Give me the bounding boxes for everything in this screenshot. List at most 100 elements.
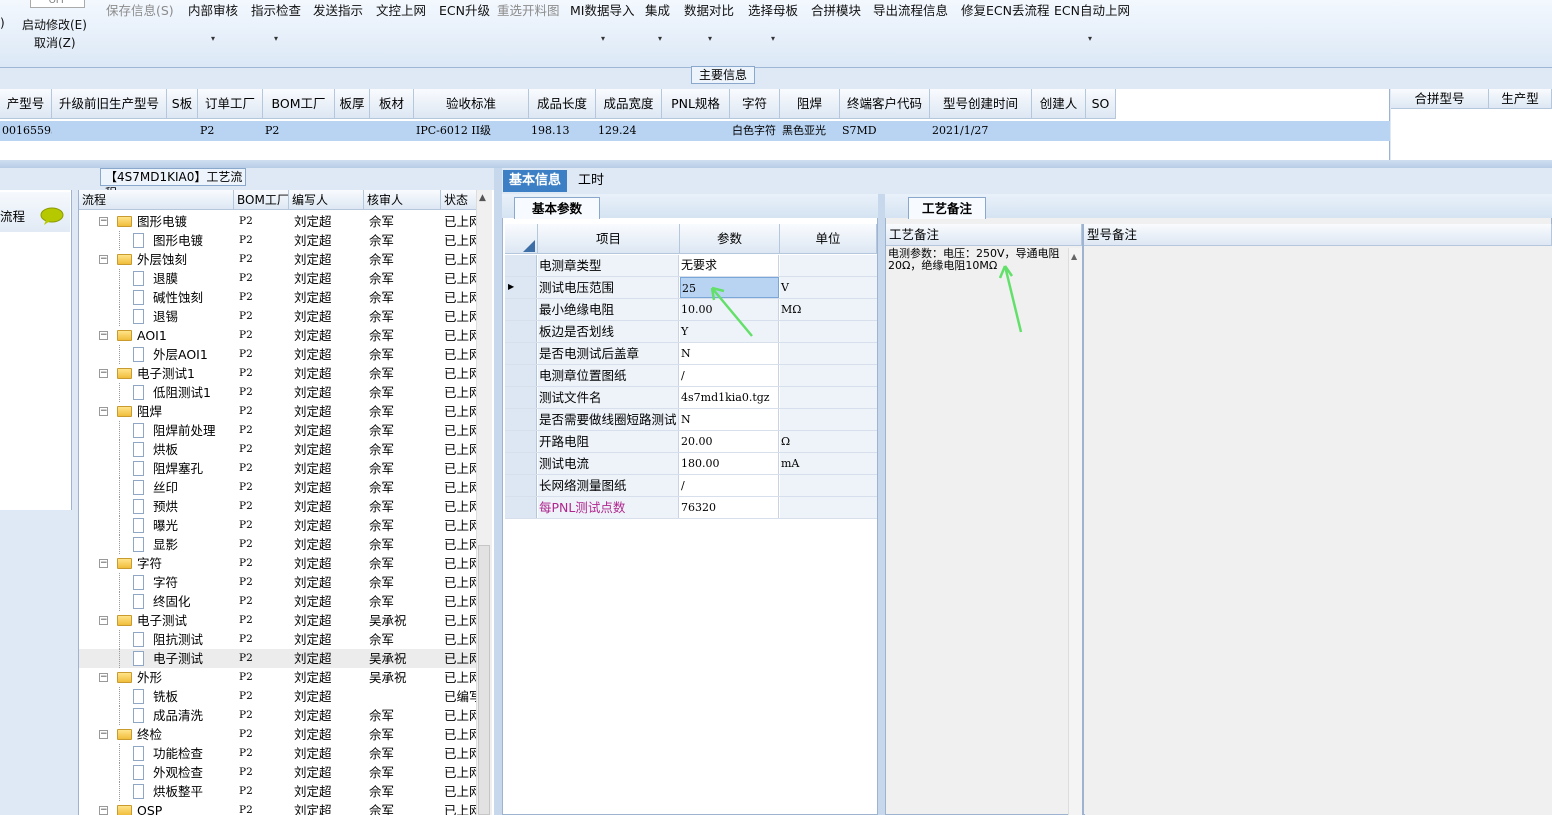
tree-cell-status[interactable]: 已上网: [444, 668, 477, 687]
tree-cell-writer[interactable]: 刘定超: [294, 288, 364, 307]
row-indicator[interactable]: [505, 431, 537, 452]
main-cell-9[interactable]: 129.24: [598, 121, 662, 141]
ribbon-button-10[interactable]: 选择母板: [748, 1, 798, 21]
tree-node-label[interactable]: 外形: [137, 668, 162, 687]
tree-col-header-3[interactable]: 核审人: [364, 190, 441, 210]
tree-row[interactable]: − 终检 P2 刘定超 佘军 已上网: [79, 725, 477, 744]
tree-row[interactable]: 碱性蚀刻 P2 刘定超 佘军 已上网: [79, 288, 477, 307]
tree-node-label[interactable]: 外层蚀刻: [137, 250, 187, 269]
row-indicator[interactable]: [505, 387, 537, 408]
tree-row[interactable]: 铣板 P2 刘定超 已编写: [79, 687, 477, 706]
tree-row[interactable]: 退膜 P2 刘定超 佘军 已上网: [79, 269, 477, 288]
main-cell-2[interactable]: [169, 121, 198, 141]
main-cell-0[interactable]: 00165593: [2, 121, 52, 141]
tree-cell-writer[interactable]: 刘定超: [294, 421, 364, 440]
collapse-toggle-icon[interactable]: −: [99, 407, 108, 416]
ribbon-button-12[interactable]: 导出流程信息: [873, 1, 948, 21]
tab-basic-info[interactable]: 基本信息: [503, 170, 568, 192]
tree-cell-reviewer[interactable]: 佘军: [369, 554, 439, 573]
tree-cell-status[interactable]: 已上网: [444, 383, 477, 402]
collapse-toggle-icon[interactable]: −: [99, 673, 108, 682]
tree-node-label[interactable]: 阻焊: [137, 402, 162, 421]
tree-cell-reviewer[interactable]: 佘军: [369, 630, 439, 649]
dropdown-arrow-icon[interactable]: ▾: [1088, 34, 1092, 43]
tree-row[interactable]: − 电子测试 P2 刘定超 吴承祝 已上网: [79, 611, 477, 630]
tree-cell-reviewer[interactable]: 吴承祝: [369, 668, 439, 687]
tree-cell-status[interactable]: 已上网: [444, 706, 477, 725]
main-col-header-3[interactable]: 订单工厂: [198, 89, 263, 119]
tree-cell-writer[interactable]: 刘定超: [294, 383, 364, 402]
tree-cell-status[interactable]: 已上网: [444, 573, 477, 592]
collapse-toggle-icon[interactable]: −: [99, 806, 108, 815]
main-cell-8[interactable]: 198.13: [531, 121, 596, 141]
row-indicator[interactable]: [505, 475, 537, 496]
comment-icon[interactable]: [40, 207, 64, 225]
param-header-value[interactable]: 参数: [680, 224, 780, 254]
ribbon-button-14[interactable]: ECN自动上网: [1054, 1, 1130, 21]
ribbon-button-1[interactable]: 内部审核: [188, 1, 238, 21]
ribbon-button-7[interactable]: MI数据导入: [570, 1, 634, 21]
tree-cell-reviewer[interactable]: 佘军: [369, 402, 439, 421]
merge-col-header-1[interactable]: 生产型: [1489, 89, 1552, 109]
tab-work-hours[interactable]: 工时: [572, 170, 610, 192]
param-row[interactable]: 测试文件名 4s7md1kia0.tgz: [505, 387, 877, 409]
main-col-header-13[interactable]: 终端客户代码: [840, 89, 930, 119]
tree-cell-status[interactable]: 已上网: [444, 535, 477, 554]
param-value-input[interactable]: 20.00: [680, 431, 779, 452]
tree-node-label[interactable]: 电子测试: [153, 649, 203, 668]
tree-cell-writer[interactable]: 刘定超: [294, 611, 364, 630]
tree-cell-status[interactable]: 已上网: [444, 516, 477, 535]
main-cell-4[interactable]: P2: [265, 121, 335, 141]
tree-cell-writer[interactable]: 刘定超: [294, 402, 364, 421]
tree-row[interactable]: 阻焊前处理 P2 刘定超 佘军 已上网: [79, 421, 477, 440]
param-value-input[interactable]: 4s7md1kia0.tgz: [680, 387, 779, 408]
param-row[interactable]: 是否电测试后盖章 N: [505, 343, 877, 365]
start-modify-button[interactable]: 启动修改(E): [22, 16, 87, 33]
tree-row[interactable]: 显影 P2 刘定超 佘军 已上网: [79, 535, 477, 554]
tree-cell-status[interactable]: 已上网: [444, 345, 477, 364]
tree-cell-status[interactable]: 已上网: [444, 402, 477, 421]
param-row[interactable]: 开路电阻 20.00 Ω: [505, 431, 877, 453]
row-indicator[interactable]: [505, 409, 537, 430]
vertical-splitter-left[interactable]: [494, 168, 502, 815]
tree-row[interactable]: − 阻焊 P2 刘定超 佘军 已上网: [79, 402, 477, 421]
collapse-toggle-icon[interactable]: −: [99, 730, 108, 739]
tree-node-label[interactable]: 电子测试: [137, 611, 187, 630]
main-cell-6[interactable]: [372, 121, 414, 141]
tree-cell-status[interactable]: 已上网: [444, 231, 477, 250]
tree-cell-reviewer[interactable]: 佘军: [369, 421, 439, 440]
tree-node-label[interactable]: 图形电镀: [153, 231, 203, 250]
param-row[interactable]: 每PNL测试点数 76320: [505, 497, 877, 519]
main-cell-13[interactable]: S7MD: [842, 121, 930, 141]
merge-col-header-0[interactable]: 合拼型号: [1391, 89, 1489, 109]
tree-cell-status[interactable]: 已上网: [444, 649, 477, 668]
tree-cell-writer[interactable]: 刘定超: [294, 535, 364, 554]
tree-row[interactable]: 低阻测试1 P2 刘定超 佘军 已上网: [79, 383, 477, 402]
row-indicator[interactable]: [505, 299, 537, 320]
tree-row[interactable]: 图形电镀 P2 刘定超 佘军 已上网: [79, 231, 477, 250]
dropdown-arrow-icon[interactable]: ▾: [274, 34, 278, 43]
param-row[interactable]: ▶ 测试电压范围 25 V: [505, 277, 877, 299]
tree-row[interactable]: 字符 P2 刘定超 佘军 已上网: [79, 573, 477, 592]
param-value-input[interactable]: 76320: [680, 497, 779, 518]
tree-node-label[interactable]: 阻焊塞孔: [153, 459, 203, 478]
tree-cell-writer[interactable]: 刘定超: [294, 212, 364, 231]
main-cell-10[interactable]: [664, 121, 730, 141]
param-row[interactable]: 长网络测量图纸 /: [505, 475, 877, 497]
tree-row[interactable]: − 图形电镀 P2 刘定超 佘军 已上网: [79, 212, 477, 231]
tree-col-header-1[interactable]: BOM工厂: [234, 190, 289, 210]
tree-cell-writer[interactable]: 刘定超: [294, 782, 364, 801]
off-toggle[interactable]: OFF: [30, 0, 85, 8]
tree-cell-reviewer[interactable]: 佘军: [369, 326, 439, 345]
tree-cell-status[interactable]: 已上网: [444, 288, 477, 307]
tree-row[interactable]: 烘板 P2 刘定超 佘军 已上网: [79, 440, 477, 459]
ribbon-button-3[interactable]: 发送指示: [313, 1, 363, 21]
tree-cell-writer[interactable]: 刘定超: [294, 250, 364, 269]
tree-cell-status[interactable]: 已上网: [444, 269, 477, 288]
main-col-header-9[interactable]: 成品宽度: [596, 89, 662, 119]
tree-cell-reviewer[interactable]: 佘军: [369, 725, 439, 744]
process-remark-textarea[interactable]: 电测参数：电压：250V，导通电阻20Ω，绝缘电阻10MΩ: [888, 248, 1060, 272]
param-row[interactable]: 电测章类型 无要求: [505, 255, 877, 277]
ribbon-button-6[interactable]: 重选开料图: [497, 1, 560, 21]
main-cell-1[interactable]: [54, 121, 167, 141]
